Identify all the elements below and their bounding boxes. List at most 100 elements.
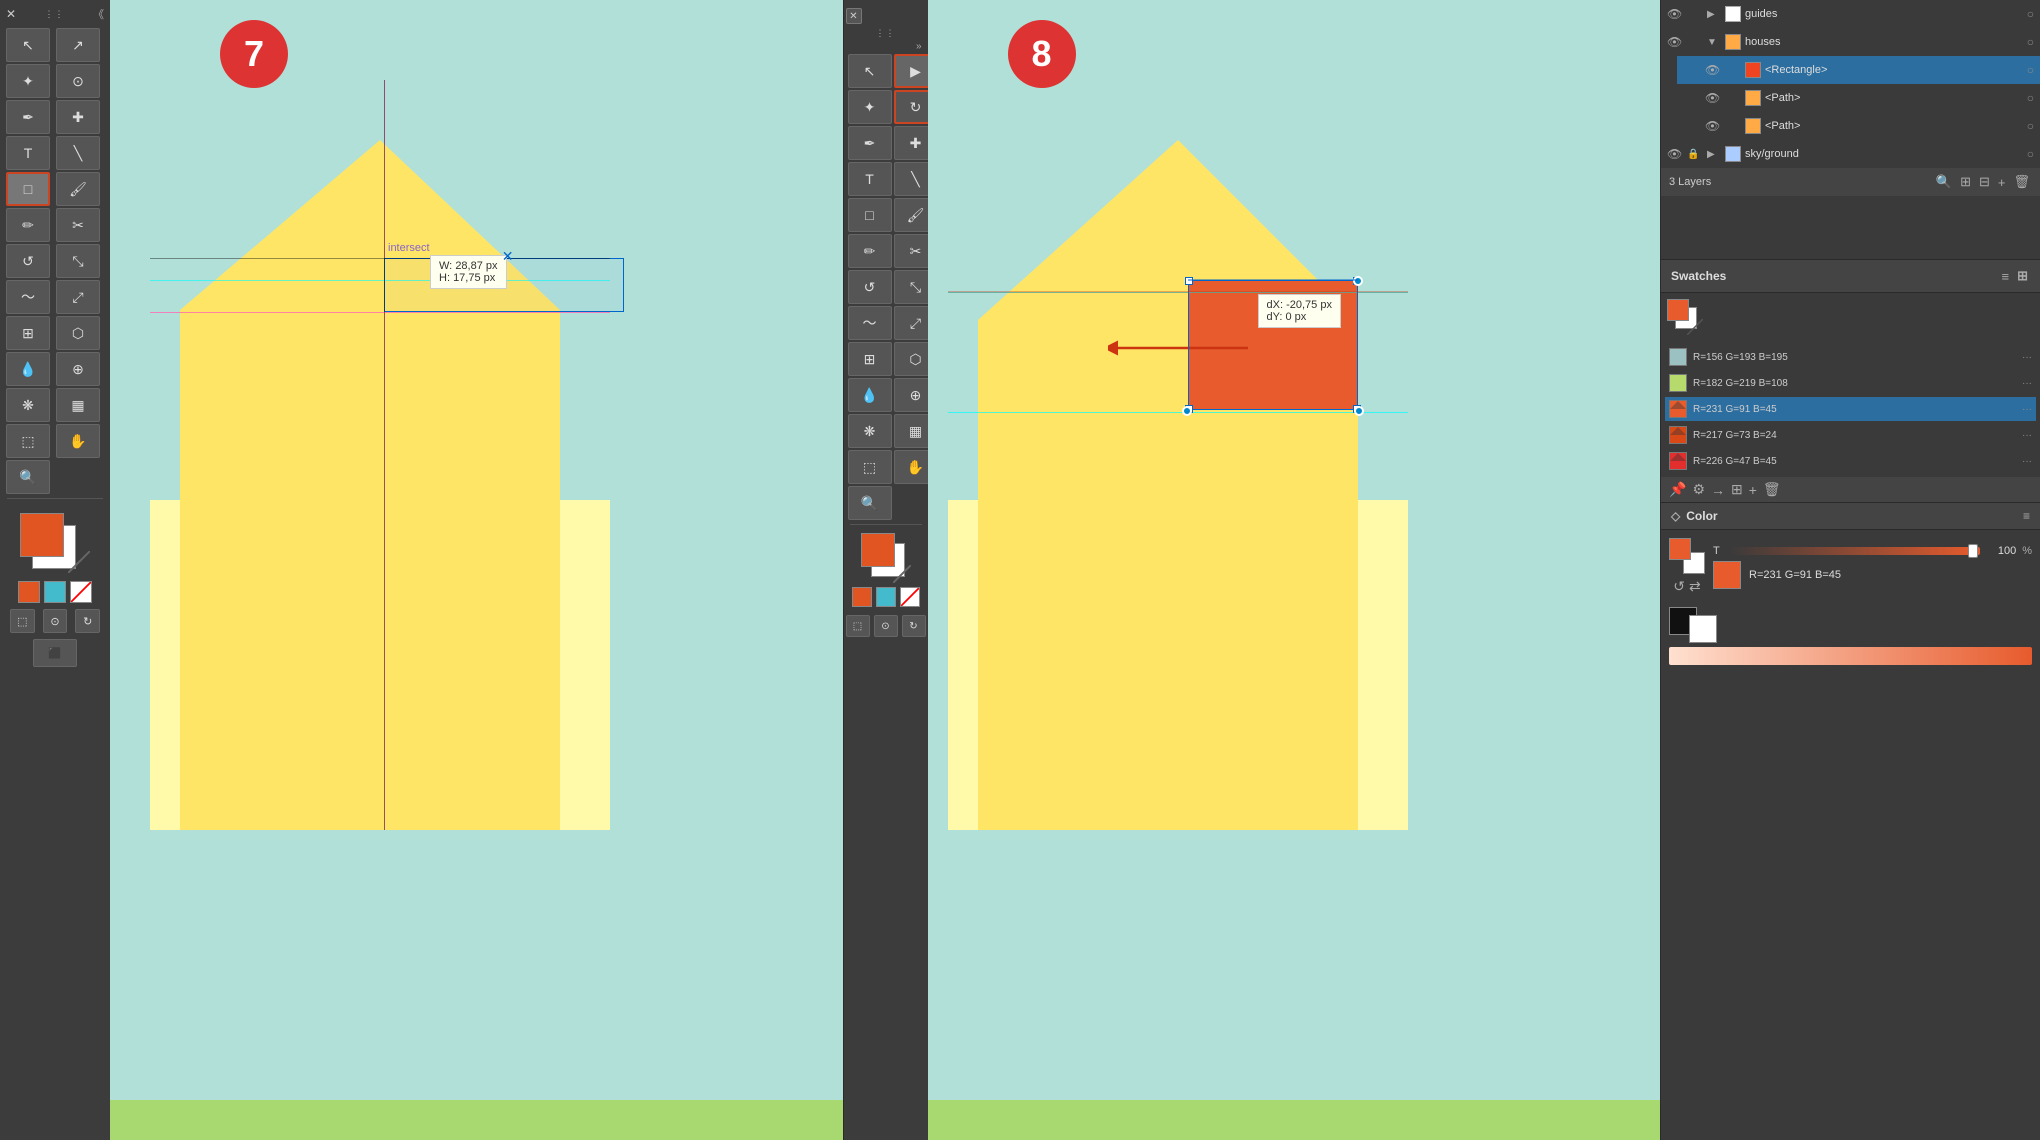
cyan-swatch-2[interactable]	[876, 587, 896, 607]
free-transform-2[interactable]: ⊞	[848, 342, 892, 376]
pen-tool-2[interactable]: ✒	[848, 126, 892, 160]
eye-path1[interactable]: 👁	[1705, 91, 1721, 105]
rect-tool[interactable]: □	[6, 172, 50, 206]
direct-select-tool[interactable]: ↗	[56, 28, 100, 62]
delete-layer-icon[interactable]: 🗑	[2011, 172, 2032, 192]
symbol-2[interactable]: ❋	[848, 414, 892, 448]
collapse-icon[interactable]: 《	[93, 6, 104, 22]
color-gradient-bar[interactable]	[1669, 647, 2032, 665]
warp-tool[interactable]: 〜	[6, 280, 50, 314]
rect-tool-2[interactable]: □	[848, 198, 892, 232]
blend-tool[interactable]: ⊕	[56, 352, 100, 386]
swatch-row-4[interactable]: R=226 G=47 B=45 ···	[1665, 449, 2036, 473]
eye-rect[interactable]: 👁	[1705, 63, 1721, 77]
type-tool-2[interactable]: T	[848, 162, 892, 196]
slash-swatch-2[interactable]	[900, 587, 920, 607]
swatch-arrow-icon[interactable]: →	[1711, 482, 1725, 498]
free-transform-tool[interactable]: ⊞	[6, 316, 50, 350]
make-clip-icon[interactable]: ⊞	[1958, 172, 1973, 192]
layer-path2[interactable]: 👁 <Path> ○	[1677, 112, 2040, 140]
swatch-row-1[interactable]: R=182 G=219 B=108 ···	[1665, 371, 2036, 395]
opacity-thumb[interactable]	[1968, 544, 1978, 558]
slice-2[interactable]: ⬚	[848, 450, 892, 484]
slice-tool[interactable]: ⬚	[6, 424, 50, 458]
hand-tool[interactable]: ✋	[56, 424, 100, 458]
rotate-2[interactable]: ↺	[848, 270, 892, 304]
slash-swatch[interactable]	[70, 581, 92, 603]
replace-tool[interactable]: ⬚	[10, 609, 35, 633]
color-preview-box[interactable]	[1713, 561, 1741, 589]
magic-wand-2[interactable]: ✦	[848, 90, 892, 124]
scissors-tool[interactable]: ✂	[56, 208, 100, 242]
scale-b2[interactable]: ⊙	[874, 615, 898, 637]
new-swatch-btn[interactable]: +	[1749, 482, 1757, 498]
foreground-color-swatch[interactable]	[20, 513, 64, 557]
opacity-slider[interactable]	[1729, 547, 1980, 555]
expand-houses[interactable]: ▼	[1707, 37, 1721, 48]
expand-guides[interactable]: ▶	[1707, 9, 1721, 20]
eye-path2[interactable]: 👁	[1705, 119, 1721, 133]
layer-skyground[interactable]: 👁 🔒 ▶ sky/ground ○	[1661, 140, 2040, 168]
bottom-white-swatch[interactable]	[1689, 615, 1717, 643]
color-fg-main[interactable]	[1669, 538, 1691, 560]
cyan-swatch[interactable]	[44, 581, 66, 603]
layer-houses[interactable]: 👁 ▼ houses ○	[1661, 28, 2040, 56]
expand-sky[interactable]: ▶	[1707, 149, 1721, 160]
line-tool[interactable]: ╲	[56, 136, 100, 170]
swatches-grid-icon[interactable]: ⊞	[2015, 266, 2030, 286]
pencil-2[interactable]: ✏	[848, 234, 892, 268]
pencil-tool[interactable]: ✏	[6, 208, 50, 242]
rotate-tool[interactable]: ↺	[6, 244, 50, 278]
make-group-icon[interactable]: ⊟	[1977, 172, 1992, 192]
layer-path1[interactable]: 👁 <Path> ○	[1677, 84, 2040, 112]
add-anchor-tool[interactable]: ✚	[56, 100, 100, 134]
select-tool[interactable]: ↖	[6, 28, 50, 62]
swap-icon-2[interactable]	[893, 565, 911, 583]
paintbrush-tool[interactable]: 🖌	[56, 172, 100, 206]
canvas2-close[interactable]: ✕	[846, 8, 862, 24]
type-tool[interactable]: T	[6, 136, 50, 170]
swatch-row-0[interactable]: R=156 G=193 B=195 ···	[1665, 345, 2036, 369]
layer-guides[interactable]: 👁 ▶ guides ○	[1661, 0, 2040, 28]
select-tool-2[interactable]: ↖	[848, 54, 892, 88]
zoom-2[interactable]: 🔍	[848, 486, 892, 520]
eye-sky[interactable]: 👁	[1667, 147, 1683, 161]
perspective-tool[interactable]: ⬡	[56, 316, 100, 350]
orange-swatch[interactable]	[18, 581, 40, 603]
reshape-tool[interactable]: ⤢	[56, 280, 100, 314]
rotate-tool-2[interactable]: ↻	[75, 609, 100, 633]
delete-swatch-icon[interactable]: 🗑	[1763, 481, 1781, 498]
toolbar2-collapse[interactable]: »	[916, 41, 922, 52]
color-reset-icon[interactable]: ↺	[1673, 578, 1685, 595]
chart-tool[interactable]: ▦	[56, 388, 100, 422]
swatches-list-icon[interactable]: ≡	[2000, 267, 2012, 286]
swatch-row-3[interactable]: R=217 G=73 B=24 ···	[1665, 423, 2036, 447]
eyedropper-2[interactable]: 💧	[848, 378, 892, 412]
scale-tool-2[interactable]: ⊙	[43, 609, 68, 633]
fg-swatch-2[interactable]	[861, 533, 895, 567]
symbol-tool[interactable]: ❋	[6, 388, 50, 422]
scale-tool[interactable]: ⤡	[56, 244, 100, 278]
layer-rectangle[interactable]: 👁 <Rectangle> ○	[1677, 56, 2040, 84]
swap-colors-icon[interactable]	[68, 551, 90, 573]
zoom-tool[interactable]: 🔍	[6, 460, 50, 494]
lock-sky[interactable]: 🔒	[1687, 149, 1703, 160]
color-swap-icon[interactable]: ⇄	[1689, 578, 1701, 595]
swatch-row-2[interactable]: R=231 G=91 B=45 ···	[1665, 397, 2036, 421]
close-icon[interactable]: ✕	[6, 7, 16, 21]
pen-tool[interactable]: ✒	[6, 100, 50, 134]
eye-houses[interactable]: 👁	[1667, 35, 1683, 49]
eye-guides[interactable]: 👁	[1667, 7, 1683, 21]
replace-2[interactable]: ⬚	[846, 615, 870, 637]
warp-2[interactable]: 〜	[848, 306, 892, 340]
screen-mode[interactable]: ⬛	[33, 639, 77, 667]
magic-wand-tool[interactable]: ✦	[6, 64, 50, 98]
eyedropper-tool[interactable]: 💧	[6, 352, 50, 386]
rotate-b2[interactable]: ↻	[902, 615, 926, 637]
new-layer-icon[interactable]: +	[1996, 173, 2008, 192]
tooltip-close-1[interactable]: ✕	[502, 248, 514, 265]
search-layers-icon[interactable]: 🔍	[1934, 172, 1954, 192]
lasso-tool[interactable]: ⊙	[56, 64, 100, 98]
new-swatch-icon[interactable]: 📌	[1669, 481, 1686, 498]
swatch-edit-icon[interactable]: ⚙	[1692, 481, 1705, 498]
